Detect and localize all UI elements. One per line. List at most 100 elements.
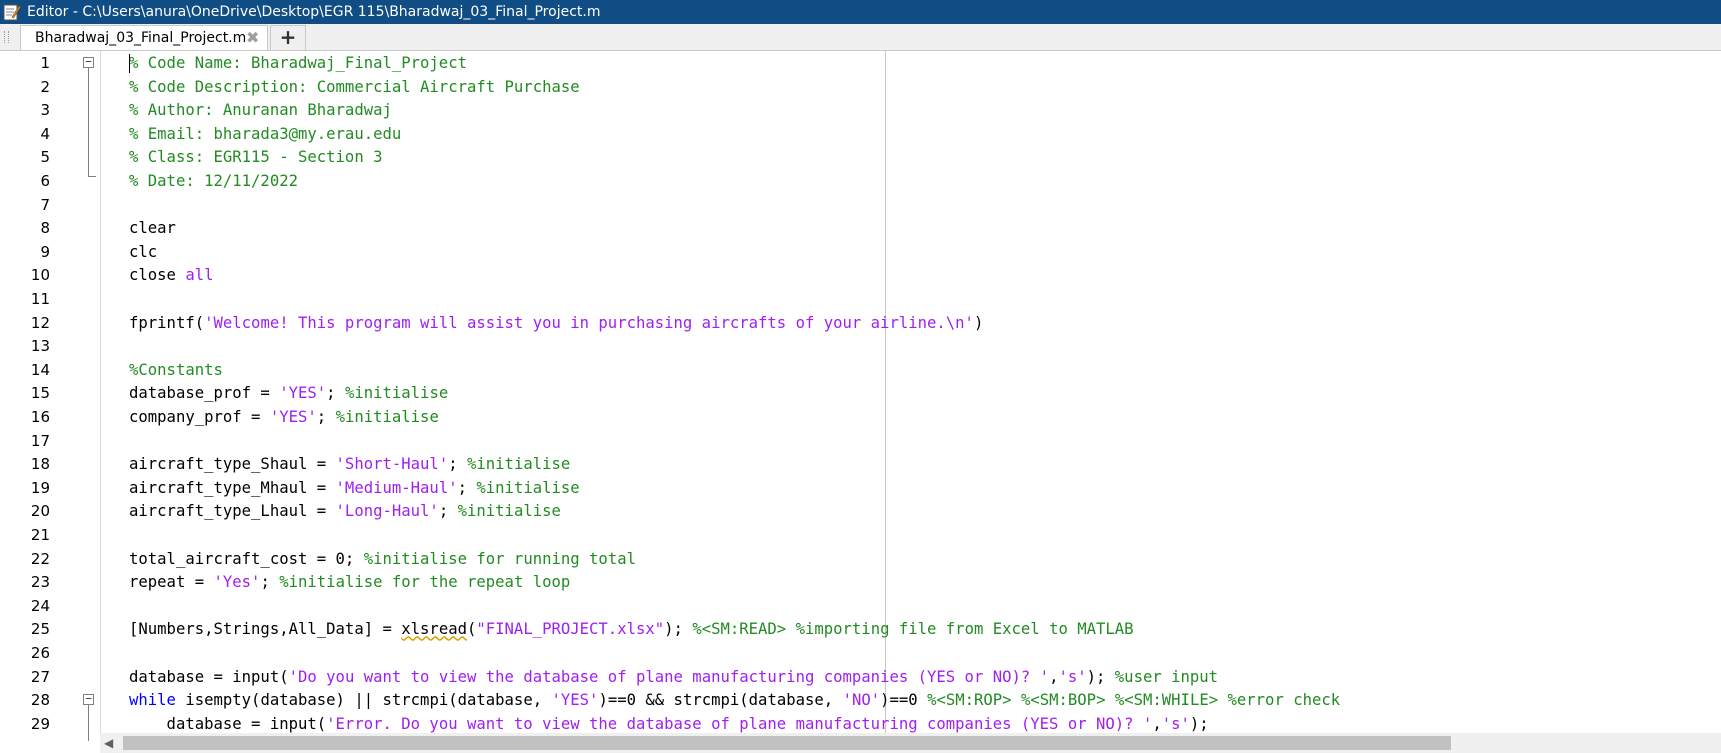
code-line[interactable]: 9 clc — [0, 241, 1721, 265]
line-number: 16 — [30, 408, 50, 426]
code-line[interactable]: 2 % Code Description: Commercial Aircraft… — [0, 76, 1721, 100]
code-token: ; — [326, 384, 345, 403]
code-text: aircraft_type_Shaul = 'Short-Haul'; %ini… — [129, 453, 570, 477]
code-token: ; — [316, 408, 336, 426]
code-text: clc — [129, 241, 157, 265]
code-line[interactable]: 12 fprintf('Welcome! This program will as… — [0, 312, 1721, 336]
code-token: repeat = — [129, 573, 214, 592]
editor-app-icon — [3, 4, 21, 21]
line-number: 11 — [30, 290, 50, 308]
code-token: aircraft_type_Mhaul = — [129, 478, 336, 497]
code-line[interactable]: 21 — [0, 524, 1721, 548]
tab-bar-grip[interactable] — [4, 31, 9, 43]
line-number: 29 — [30, 714, 50, 733]
line-number: 13 — [30, 337, 50, 356]
close-icon[interactable]: ✖ — [246, 28, 259, 47]
code-token: aircraft_type_Lhaul = — [129, 502, 336, 521]
scrollbar-thumb[interactable] — [123, 736, 1451, 750]
line-number: 3 — [40, 101, 50, 120]
code-line[interactable]: 5 % Class: EGR115 - Section 3 — [0, 146, 1721, 170]
code-line[interactable]: 23 repeat = 'Yes'; %initialise for the re… — [0, 571, 1721, 595]
code-token: % Email: bharada3@my.erau.edu — [129, 124, 402, 143]
code-token: ( — [466, 620, 477, 639]
code-token: company_prof = — [129, 408, 270, 426]
code-text: company_prof = 'YES'; %initialise — [129, 406, 439, 430]
line-number: 21 — [30, 526, 50, 544]
code-line[interactable]: 20 aircraft_type_Lhaul = 'Long-Haul'; %in… — [0, 500, 1721, 524]
code-token: %initialise — [457, 502, 561, 521]
code-line[interactable]: 1 % Code Name: Bharadwaj_Final_Project — [0, 52, 1721, 76]
line-number: 1 — [40, 54, 50, 72]
code-token: total_aircraft_cost = 0; — [129, 549, 364, 568]
code-text: database_prof = 'YES'; %initialise — [129, 382, 448, 406]
code-text: % Date: 12/11/2022 — [129, 170, 298, 194]
code-token: ); — [1086, 667, 1115, 686]
code-text: [Numbers,Strings,All_Data] = xlsread("FI… — [129, 618, 1134, 642]
line-number: 6 — [40, 172, 50, 190]
line-number: 22 — [30, 549, 50, 568]
horizontal-scrollbar[interactable]: ◀ — [100, 733, 1721, 753]
code-line[interactable]: 18 aircraft_type_Shaul = 'Short-Haul'; %i… — [0, 453, 1721, 477]
scroll-left-icon[interactable]: ◀ — [104, 736, 113, 750]
code-token: ); — [1189, 714, 1209, 733]
code-token: 'Short-Haul' — [335, 455, 449, 474]
code-line[interactable]: 6 % Date: 12/11/2022 — [0, 170, 1721, 194]
code-line[interactable]: 14 %Constants — [0, 359, 1721, 383]
code-token: 's' — [1058, 667, 1087, 686]
code-token: database_prof = — [129, 384, 280, 403]
line-number: 14 — [30, 360, 50, 379]
line-number: 9 — [40, 242, 50, 261]
code-token: clear — [129, 219, 176, 238]
line-number: 18 — [30, 455, 50, 474]
code-token: %<SM:ROP> %<SM:BOP> %<SM:WHILE> %error c… — [927, 691, 1341, 710]
code-line[interactable]: 13 — [0, 335, 1721, 359]
code-line[interactable]: 16 company_prof = 'YES'; %initialise — [0, 406, 1721, 430]
code-line[interactable]: 4 % Email: bharada3@my.erau.edu — [0, 123, 1721, 147]
code-text: % Class: EGR115 - Section 3 — [129, 146, 382, 170]
line-number: 23 — [30, 573, 50, 592]
window-title: Editor - C:\Users\anura\OneDrive\Desktop… — [27, 4, 601, 20]
code-text: aircraft_type_Mhaul = 'Medium-Haul'; %in… — [129, 477, 580, 501]
code-line[interactable]: 24 — [0, 595, 1721, 619]
code-text: database = input('Do you want to view th… — [129, 666, 1218, 690]
code-line[interactable]: 15 database_prof = 'YES'; %initialise — [0, 382, 1721, 406]
code-token: database = input( — [129, 667, 289, 686]
line-number: 4 — [40, 124, 50, 143]
tab-file[interactable]: Bharadwaj_03_Final_Project.m ✖ — [20, 25, 268, 50]
code-text: repeat = 'Yes'; %initialise for the repe… — [129, 571, 570, 595]
code-line[interactable]: 8 clear — [0, 217, 1721, 241]
code-token: %user input — [1114, 667, 1219, 686]
code-line[interactable]: 7 — [0, 194, 1721, 218]
code-line[interactable]: 10 close all — [0, 264, 1721, 288]
new-tab-button[interactable]: + — [270, 25, 306, 50]
code-token: % Author: Anuranan Bharadwaj — [129, 101, 392, 120]
code-token: 'Medium-Haul' — [335, 478, 458, 497]
code-token: 'Yes' — [213, 573, 261, 592]
code-token: close — [129, 266, 186, 285]
code-token: fprintf( — [129, 313, 205, 332]
code-token: 'YES' — [269, 408, 317, 426]
code-line[interactable]: 19 aircraft_type_Mhaul = 'Medium-Haul'; %… — [0, 477, 1721, 501]
code-line[interactable]: 26 — [0, 642, 1721, 666]
code-line[interactable]: 3 % Author: Anuranan Bharadwaj — [0, 99, 1721, 123]
code-token: %initialise for the repeat loop — [279, 573, 571, 592]
code-line[interactable]: 17 — [0, 430, 1721, 454]
code-text: while isempty(database) || strcmpi(datab… — [129, 689, 1340, 713]
code-token: 'YES' — [551, 691, 599, 710]
code-line[interactable]: 22 total_aircraft_cost = 0; %initialise f… — [0, 548, 1721, 572]
code-token: 's' — [1161, 714, 1190, 733]
code-line[interactable]: 25 [Numbers,Strings,All_Data] = xlsread("… — [0, 618, 1721, 642]
code-text: % Code Name: Bharadwaj_Final_Project — [129, 52, 467, 76]
code-token: %initialise — [335, 408, 439, 426]
code-token: 'Welcome! This program will assist you i… — [204, 313, 974, 332]
line-number: 24 — [30, 596, 50, 615]
code-line[interactable]: 28 while isempty(database) || strcmpi(dat… — [0, 689, 1721, 713]
code-token: % Code Description: Commercial Aircraft … — [129, 77, 580, 96]
tab-bar: Bharadwaj_03_Final_Project.m ✖ + — [0, 24, 1721, 51]
code-line[interactable]: 27 database = input('Do you want to view … — [0, 666, 1721, 690]
code-token: isempty(database) || strcmpi(database, — [185, 691, 552, 710]
code-token: %initialise for running total — [363, 549, 636, 568]
code-text: % Code Description: Commercial Aircraft … — [129, 76, 580, 100]
code-line[interactable]: 11 — [0, 288, 1721, 312]
code-token: %Constants — [129, 360, 223, 379]
